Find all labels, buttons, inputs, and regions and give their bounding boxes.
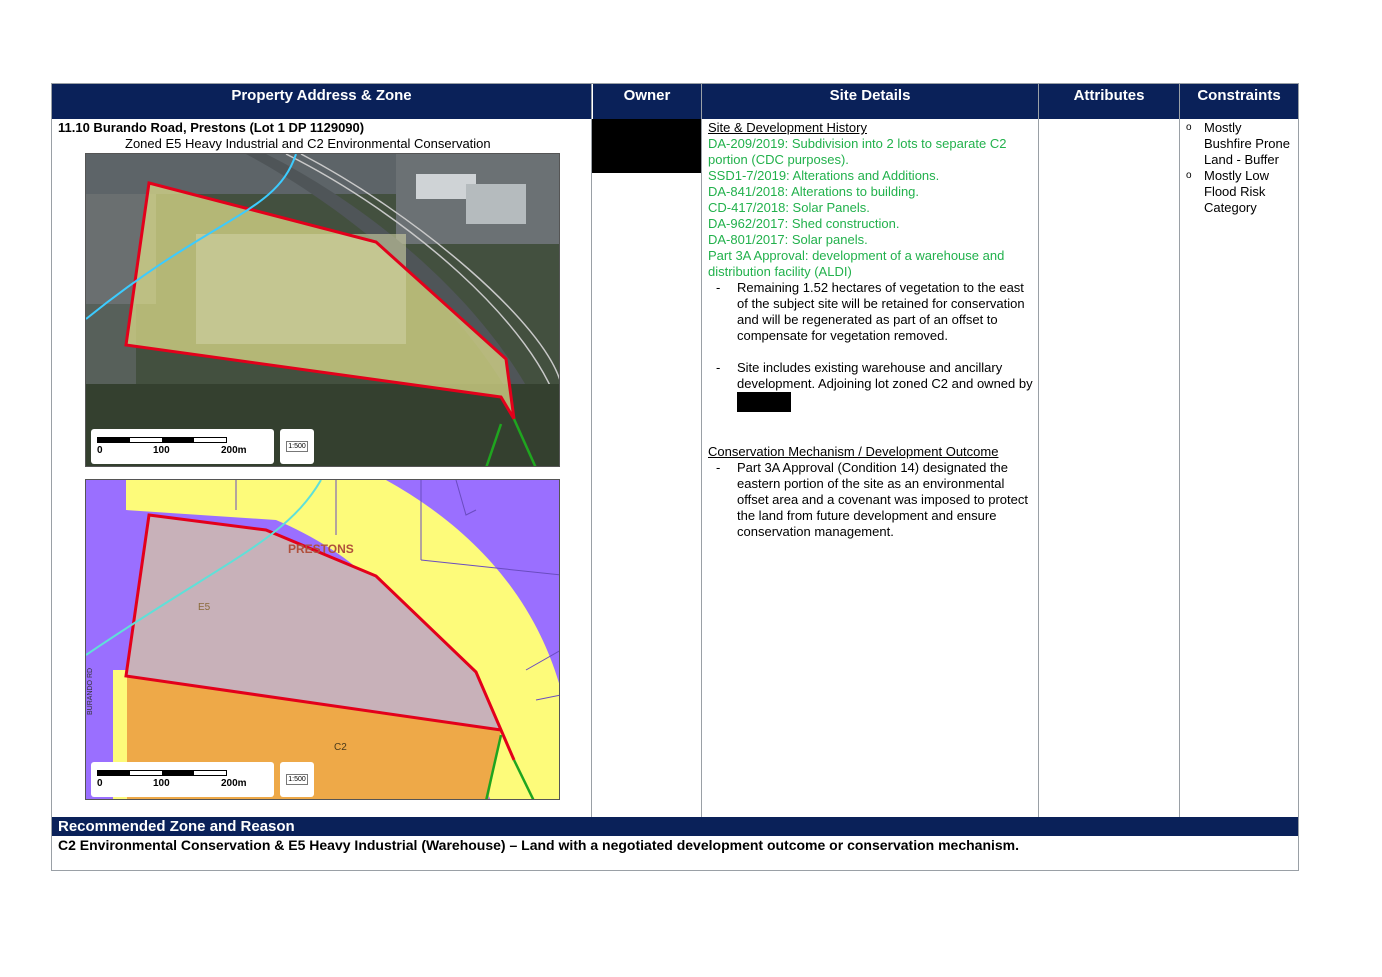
- dash-marker: -: [716, 460, 721, 475]
- zoning-map: PRESTONS E5 C2 BURANDO RD 0 100 200m 1:5…: [85, 479, 560, 800]
- scale-label-200: 200m: [221, 778, 247, 789]
- constraint-text: Mostly Bushfire Prone Land - Buffer: [1204, 120, 1290, 167]
- header-attributes: Attributes: [1039, 84, 1179, 119]
- dash-marker: -: [716, 360, 721, 375]
- scale-ratio-label: 1:500: [286, 774, 308, 785]
- header-owner: Owner: [593, 84, 701, 119]
- scale-ratio-button[interactable]: 1:500: [280, 762, 314, 797]
- aerial-map-graphic: [86, 154, 559, 466]
- conservation-heading: Conservation Mechanism / Development Out…: [708, 444, 999, 459]
- bullet-icon: o: [1186, 122, 1192, 133]
- scale-ratio-label: 1:500: [286, 441, 308, 452]
- zone-label-c2: C2: [334, 742, 347, 753]
- address-cell: 11.10 Burando Road, Prestons (Lot 1 DP 1…: [58, 120, 588, 152]
- zone-label-e5: E5: [198, 602, 211, 613]
- property-table: Property Address & Zone Owner Site Detai…: [51, 83, 1299, 871]
- constraint-item: o Mostly Low Flood Risk Category: [1182, 168, 1292, 216]
- column-divider: [591, 84, 592, 817]
- history-item: DA-801/2017: Solar panels.: [708, 232, 868, 247]
- detail-bullet-text: Part 3A Approval (Condition 14) designat…: [737, 460, 1028, 539]
- column-divider: [1038, 84, 1039, 817]
- history-item: Part 3A Approval: development of a wareh…: [708, 248, 1005, 279]
- scale-label-200: 200m: [221, 445, 247, 456]
- aerial-map: 0 100 200m 1:500: [85, 153, 560, 467]
- site-details-cell: Site & Development History DA-209/2019: …: [708, 120, 1034, 540]
- history-heading: Site & Development History: [708, 120, 867, 135]
- history-item: DA-962/2017: Shed construction.: [708, 216, 900, 231]
- header-constraints: Constraints: [1180, 84, 1298, 119]
- road-label: BURANDO RD: [87, 667, 94, 715]
- header-site-details: Site Details: [702, 84, 1038, 119]
- constraints-cell: o Mostly Bushfire Prone Land - Buffer o …: [1182, 120, 1292, 216]
- scale-label-0: 0: [97, 445, 103, 456]
- constraint-item: o Mostly Bushfire Prone Land - Buffer: [1182, 120, 1292, 168]
- scale-label-100: 100: [153, 778, 170, 789]
- header-address: Property Address & Zone: [52, 84, 591, 119]
- detail-bullet: - Site includes existing warehouse and a…: [708, 360, 1034, 412]
- dash-marker: -: [716, 280, 721, 295]
- history-item: DA-841/2018: Alterations to building.: [708, 184, 920, 199]
- history-item: SSD1-7/2019: Alterations and Additions.: [708, 168, 940, 183]
- owner-redaction: [592, 119, 701, 173]
- scale-bar-graphic: [97, 437, 227, 443]
- history-item: DA-209/2019: Subdivision into 2 lots to …: [708, 136, 1007, 167]
- scale-bar: 0 100 200m: [91, 429, 274, 464]
- detail-bullet-text: Site includes existing warehouse and anc…: [737, 360, 1034, 412]
- detail-bullet: - Remaining 1.52 hectares of vegetation …: [708, 280, 1034, 344]
- bullet-icon: o: [1186, 170, 1192, 181]
- column-divider: [701, 84, 702, 817]
- suburb-label: PRESTONS: [288, 542, 354, 556]
- scale-bar-graphic: [97, 770, 227, 776]
- scale-ratio-button[interactable]: 1:500: [280, 429, 314, 464]
- property-address: 11.10 Burando Road, Prestons (Lot 1 DP 1…: [58, 120, 365, 135]
- detail-bullet: - Part 3A Approval (Condition 14) design…: [708, 460, 1034, 540]
- column-divider: [1179, 84, 1180, 817]
- property-zoning: Zoned E5 Heavy Industrial and C2 Environ…: [125, 136, 491, 151]
- scale-bar: 0 100 200m: [91, 762, 274, 797]
- zoning-map-graphic: [86, 480, 559, 799]
- scale-label-0: 0: [97, 778, 103, 789]
- recommendation-text: C2 Environmental Conservation & E5 Heavy…: [58, 837, 1020, 853]
- detail-bullet-text: Remaining 1.52 hectares of vegetation to…: [737, 280, 1025, 343]
- recommendation-heading: Recommended Zone and Reason: [52, 817, 1298, 836]
- owner-name-redaction: [737, 392, 791, 412]
- detail-bullet-text-content: Site includes existing warehouse and anc…: [737, 360, 1033, 391]
- history-item: CD-417/2018: Solar Panels.: [708, 200, 870, 215]
- scale-label-100: 100: [153, 445, 170, 456]
- constraint-text: Mostly Low Flood Risk Category: [1204, 168, 1270, 215]
